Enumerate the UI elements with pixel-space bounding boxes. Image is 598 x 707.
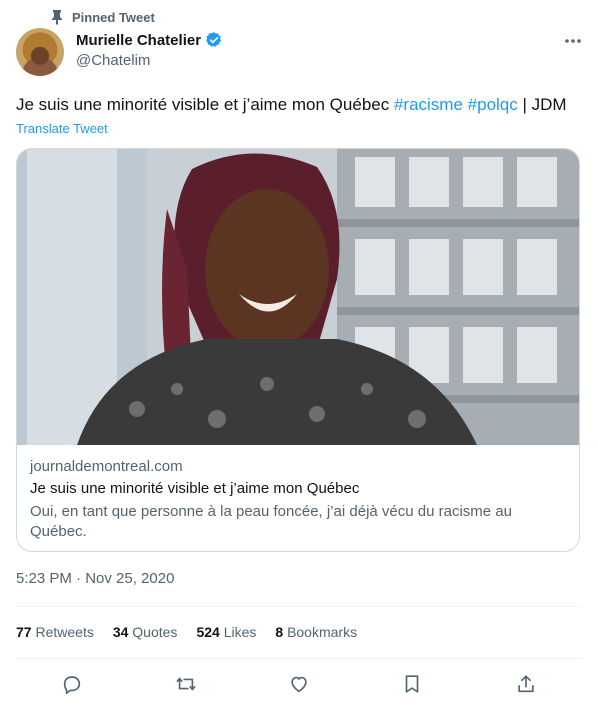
like-icon[interactable] — [283, 668, 315, 700]
verified-badge-icon — [205, 31, 223, 49]
hashtag-polqc[interactable]: #polqc — [468, 95, 518, 114]
bookmark-icon[interactable] — [396, 668, 428, 700]
retweet-icon[interactable] — [170, 668, 202, 700]
quotes-count: 34 — [112, 624, 129, 640]
quotes-label: Quotes — [132, 624, 178, 640]
retweets-stat[interactable]: 77 Retweets — [16, 624, 94, 640]
card-title: Je suis une minorité visible et j’aime m… — [30, 480, 360, 497]
hashtag-racisme[interactable]: #racisme — [394, 95, 463, 114]
pinned-label: Pinned Tweet — [72, 9, 155, 25]
avatar[interactable] — [16, 28, 64, 76]
link-card[interactable]: journaldemontreal.com Je suis une minori… — [16, 148, 580, 552]
engagement-stats: 77 Retweets 34 Quotes 524 Likes 8 Bookma… — [16, 624, 357, 640]
card-domain: journaldemontreal.com — [30, 458, 183, 475]
bookmarks-stat[interactable]: 8 Bookmarks — [275, 624, 357, 640]
author-handle[interactable]: @Chatelim — [76, 52, 150, 69]
bookmarks-label: Bookmarks — [287, 624, 358, 640]
pinned-indicator: Pinned Tweet — [50, 8, 155, 26]
tweet-text-part: | JDM — [517, 95, 567, 114]
retweets-label: Retweets — [35, 624, 94, 640]
card-image — [17, 149, 579, 445]
reply-icon[interactable] — [56, 668, 88, 700]
quotes-stat[interactable]: 34 Quotes — [113, 624, 178, 640]
more-options-icon[interactable] — [562, 32, 584, 50]
likes-label: Likes — [223, 624, 257, 640]
author-name[interactable]: Murielle Chatelier — [76, 32, 201, 49]
share-icon[interactable] — [510, 668, 542, 700]
tweet-timestamp[interactable]: 5:23 PM · Nov 25, 2020 — [16, 570, 174, 587]
action-bar — [16, 668, 582, 700]
retweets-count: 77 — [16, 624, 32, 640]
tweet-text-part: Je suis une minorité visible et j’aime m… — [16, 95, 394, 114]
bookmarks-count: 8 — [275, 624, 284, 640]
card-description: Oui, en tant que personne à la peau fonc… — [30, 503, 512, 540]
author-name-row[interactable]: Murielle Chatelier — [76, 31, 223, 49]
divider — [16, 658, 582, 659]
likes-count: 524 — [196, 624, 220, 640]
divider — [16, 606, 582, 607]
translate-tweet-link[interactable]: Translate Tweet — [16, 121, 108, 136]
likes-stat[interactable]: 524 Likes — [196, 624, 256, 640]
tweet-text: Je suis une minorité visible et j’aime m… — [16, 94, 586, 116]
pin-icon — [50, 9, 64, 25]
